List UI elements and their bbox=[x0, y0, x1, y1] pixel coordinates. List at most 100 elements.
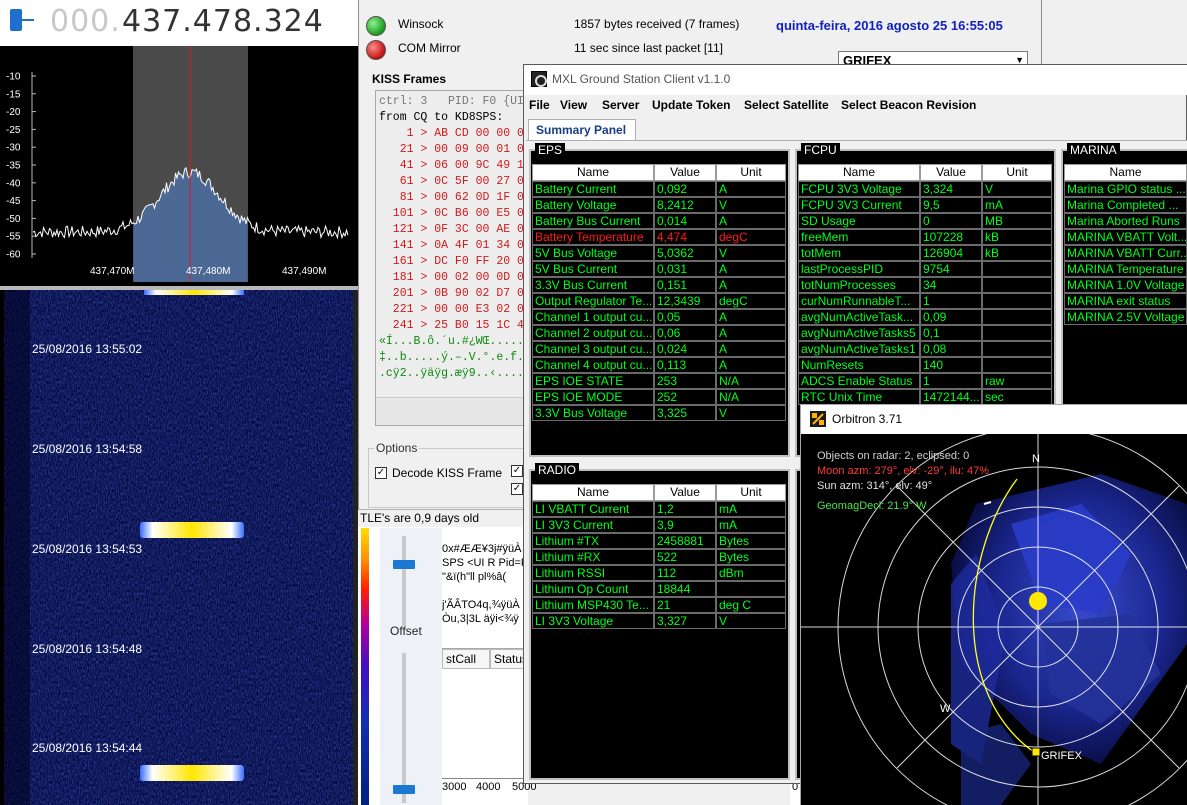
eps-row-value[interactable]: 253 bbox=[654, 373, 716, 389]
fcpu-row-unit[interactable]: MB bbox=[982, 213, 1052, 229]
fcpu-row-unit[interactable] bbox=[982, 309, 1052, 325]
eps-row-name[interactable]: Output Regulator Te... bbox=[532, 293, 654, 309]
tab-summary-panel[interactable]: Summary Panel bbox=[528, 119, 636, 140]
eps-row-name[interactable]: EPS IOE MODE bbox=[532, 389, 654, 405]
fcpu-col-unit[interactable]: Unit bbox=[982, 164, 1052, 181]
eps-row-name[interactable]: Channel 3 output cu... bbox=[532, 341, 654, 357]
radio-row-value[interactable]: 2458881 bbox=[654, 533, 716, 549]
eps-col-name[interactable]: Name bbox=[532, 164, 654, 181]
eps-row-value[interactable]: 0,014 bbox=[654, 213, 716, 229]
radio-row-unit[interactable]: V bbox=[716, 613, 786, 629]
eps-row-unit[interactable]: A bbox=[716, 341, 786, 357]
radio-col-value[interactable]: Value bbox=[654, 484, 716, 501]
eps-row-unit[interactable]: N/A bbox=[716, 373, 786, 389]
eps-row-unit[interactable]: A bbox=[716, 309, 786, 325]
fcpu-row-name[interactable]: SD Usage bbox=[798, 213, 920, 229]
fcpu-row-value[interactable]: 0 bbox=[920, 213, 982, 229]
radio-row-unit[interactable]: mA bbox=[716, 517, 786, 533]
radio-row-value[interactable]: 21 bbox=[654, 597, 716, 613]
column-header-stcall[interactable]: stCall bbox=[442, 649, 490, 669]
fcpu-row-value[interactable]: 1 bbox=[920, 293, 982, 309]
fcpu-col-name[interactable]: Name bbox=[798, 164, 920, 181]
fcpu-row-unit[interactable]: kB bbox=[982, 229, 1052, 245]
eps-row-value[interactable]: 252 bbox=[654, 389, 716, 405]
fcpu-row-unit[interactable] bbox=[982, 341, 1052, 357]
fcpu-row-value[interactable]: 0,1 bbox=[920, 325, 982, 341]
radio-row-name[interactable]: Lithium RSSI bbox=[532, 565, 654, 581]
eps-row-value[interactable]: 0,092 bbox=[654, 181, 716, 197]
eps-row-value[interactable]: 8,2412 bbox=[654, 197, 716, 213]
frequency-display[interactable]: 437.478.324 bbox=[122, 4, 324, 39]
eps-row-unit[interactable]: A bbox=[716, 181, 786, 197]
eps-row-name[interactable]: EPS IOE STATE bbox=[532, 373, 654, 389]
radio-row-name[interactable]: LI 3V3 Current bbox=[532, 517, 654, 533]
fcpu-row-name[interactable]: avgNumActiveTasks1 bbox=[798, 341, 920, 357]
fcpu-row-name[interactable]: ADCS Enable Status bbox=[798, 373, 920, 389]
eps-row-value[interactable]: 4,474 bbox=[654, 229, 716, 245]
radio-row-name[interactable]: Lithium #TX bbox=[532, 533, 654, 549]
fcpu-row-unit[interactable]: sec bbox=[982, 389, 1052, 405]
eps-row-name[interactable]: Channel 4 output cu... bbox=[532, 357, 654, 373]
menu-file[interactable]: File bbox=[529, 98, 550, 112]
eps-row-value[interactable]: 0,151 bbox=[654, 277, 716, 293]
radio-row-unit[interactable]: deg C bbox=[716, 597, 786, 613]
eps-row-unit[interactable]: A bbox=[716, 325, 786, 341]
eps-row-unit[interactable]: N/A bbox=[716, 389, 786, 405]
fcpu-row-unit[interactable] bbox=[982, 325, 1052, 341]
fcpu-row-name[interactable]: totMem bbox=[798, 245, 920, 261]
marina-row-name[interactable]: MARINA VBATT Curr... bbox=[1064, 245, 1187, 261]
marina-row-name[interactable]: Marina Aborted Runs bbox=[1064, 213, 1187, 229]
radio-row-value[interactable]: 18844 bbox=[654, 581, 716, 597]
fcpu-row-unit[interactable]: raw bbox=[982, 373, 1052, 389]
frequency-slider-handle[interactable] bbox=[10, 9, 22, 31]
eps-row-unit[interactable]: V bbox=[716, 197, 786, 213]
fcpu-row-name[interactable]: FCPU 3V3 Voltage bbox=[798, 181, 920, 197]
frequency-prefix[interactable]: 000. bbox=[50, 4, 121, 39]
eps-row-name[interactable]: 5V Bus Current bbox=[532, 261, 654, 277]
eps-row-name[interactable]: Battery Current bbox=[532, 181, 654, 197]
marina-row-name[interactable]: MARINA VBATT Volt... bbox=[1064, 229, 1187, 245]
fcpu-row-name[interactable]: totNumProcesses bbox=[798, 277, 920, 293]
eps-row-value[interactable]: 12,3439 bbox=[654, 293, 716, 309]
fcpu-row-unit[interactable]: kB bbox=[982, 245, 1052, 261]
fcpu-row-name[interactable]: lastProcessPID bbox=[798, 261, 920, 277]
gain-slider-thumb[interactable] bbox=[393, 560, 415, 569]
eps-col-value[interactable]: Value bbox=[654, 164, 716, 181]
eps-row-unit[interactable]: V bbox=[716, 405, 786, 421]
satellite-marker[interactable] bbox=[1031, 747, 1041, 757]
marina-row-name[interactable]: Marina Completed ... bbox=[1064, 197, 1187, 213]
fcpu-row-name[interactable]: FCPU 3V3 Current bbox=[798, 197, 920, 213]
menu-update-token[interactable]: Update Token bbox=[652, 98, 730, 112]
eps-row-unit[interactable]: A bbox=[716, 261, 786, 277]
marina-row-name[interactable]: MARINA Temperature bbox=[1064, 261, 1187, 277]
option-checkbox[interactable]: ✓ bbox=[511, 483, 523, 495]
sun-marker[interactable] bbox=[1029, 592, 1047, 610]
eps-row-name[interactable]: Battery Voltage bbox=[532, 197, 654, 213]
radio-row-name[interactable]: LI VBATT Current bbox=[532, 501, 654, 517]
fcpu-row-value[interactable]: 1472144... bbox=[920, 389, 982, 405]
radio-row-name[interactable]: Lithium #RX bbox=[532, 549, 654, 565]
fcpu-row-value[interactable]: 0,09 bbox=[920, 309, 982, 325]
kiss-frame-view[interactable]: ctrl: 3 PID: F0 {UI from CQ to KD8SPS: 1… bbox=[375, 90, 525, 426]
eps-row-value[interactable]: 0,113 bbox=[654, 357, 716, 373]
radio-row-unit[interactable]: mA bbox=[716, 501, 786, 517]
fcpu-row-unit[interactable] bbox=[982, 261, 1052, 277]
radio-row-value[interactable]: 112 bbox=[654, 565, 716, 581]
menu-server[interactable]: Server bbox=[602, 98, 639, 112]
marina-row-name[interactable]: Marina GPIO status ... bbox=[1064, 181, 1187, 197]
eps-row-value[interactable]: 0,031 bbox=[654, 261, 716, 277]
fcpu-row-value[interactable]: 9754 bbox=[920, 261, 982, 277]
radio-row-unit[interactable] bbox=[716, 581, 786, 597]
fcpu-row-name[interactable]: avgNumActiveTasks5 bbox=[798, 325, 920, 341]
marina-row-name[interactable]: MARINA exit status bbox=[1064, 293, 1187, 309]
marina-row-name[interactable]: MARINA 2.5V Voltage bbox=[1064, 309, 1187, 325]
fcpu-row-value[interactable]: 126904 bbox=[920, 245, 982, 261]
eps-row-name[interactable]: 3.3V Bus Current bbox=[532, 277, 654, 293]
radio-row-name[interactable]: Lithium Op Count bbox=[532, 581, 654, 597]
radio-col-name[interactable]: Name bbox=[532, 484, 654, 501]
eps-row-value[interactable]: 3,325 bbox=[654, 405, 716, 421]
eps-row-name[interactable]: Battery Temperature bbox=[532, 229, 654, 245]
fcpu-row-value[interactable]: 1 bbox=[920, 373, 982, 389]
eps-row-value[interactable]: 0,05 bbox=[654, 309, 716, 325]
decode-kiss-checkbox[interactable]: ✓ bbox=[375, 467, 387, 479]
